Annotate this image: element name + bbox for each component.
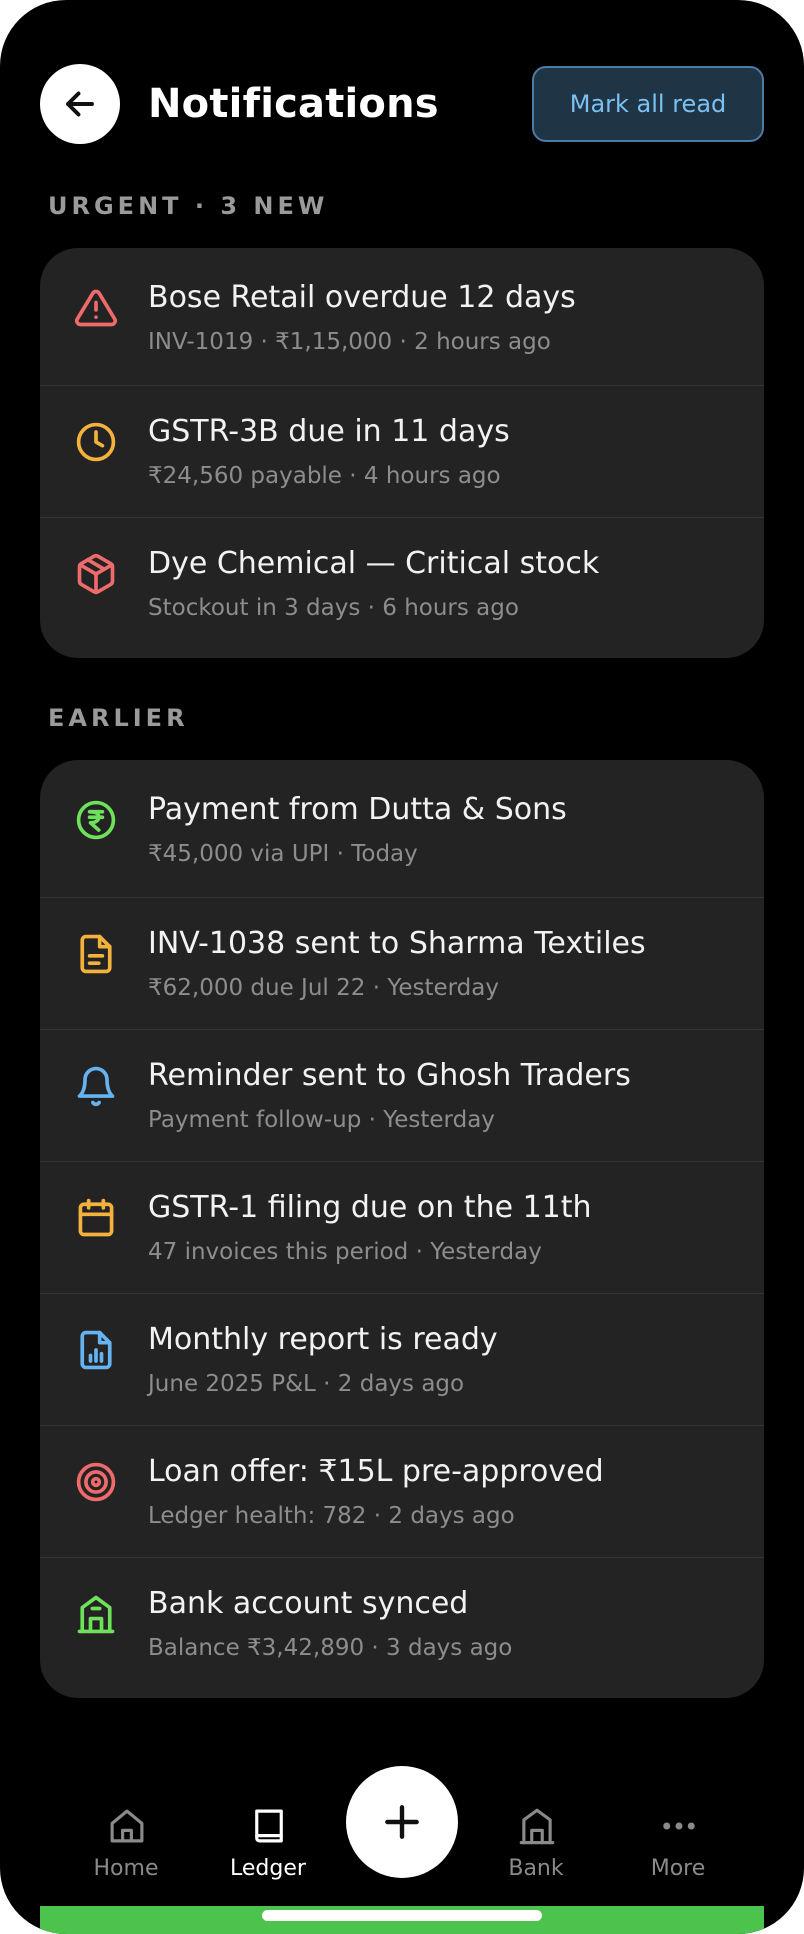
mark-all-read-button[interactable]: Mark all read (532, 66, 764, 142)
notification-row[interactable]: Bose Retail overdue 12 days INV-1019 · ₹… (40, 248, 764, 386)
notification-title: Bose Retail overdue 12 days (148, 280, 576, 315)
alert-triangle-icon (75, 289, 117, 327)
notification-row[interactable]: Bank account synced Balance ₹3,42,890 · … (40, 1558, 764, 1698)
notification-title: INV-1038 sent to Sharma Textiles (148, 926, 646, 961)
earlier-section-label: EARLIER (48, 704, 189, 732)
target-icon (76, 1462, 116, 1502)
page-title: Notifications (148, 81, 439, 127)
notification-title: Payment from Dutta & Sons (148, 792, 567, 827)
notification-row[interactable]: Reminder sent to Ghosh Traders Payment f… (40, 1030, 764, 1162)
notification-subtitle: Stockout in 3 days · 6 hours ago (148, 595, 519, 621)
tab-home-label: Home (93, 1856, 159, 1881)
plus-icon (385, 1805, 419, 1839)
notification-subtitle: Balance ₹3,42,890 · 3 days ago (148, 1635, 513, 1661)
notification-subtitle: INV-1019 · ₹1,15,000 · 2 hours ago (148, 329, 551, 355)
bank-icon (77, 1595, 115, 1634)
notification-row[interactable]: GSTR-3B due in 11 days ₹24,560 payable ·… (40, 386, 764, 518)
phone-screen: Notifications Mark all read URGENT · 3 N… (0, 0, 804, 1934)
document-icon (80, 934, 112, 974)
tab-more-label: More (650, 1856, 706, 1881)
notification-subtitle: Ledger health: 782 · 2 days ago (148, 1503, 515, 1529)
notification-row[interactable]: Monthly report is ready June 2025 P&L · … (40, 1294, 764, 1426)
book-icon (255, 1809, 283, 1843)
tab-home[interactable]: Home (66, 1804, 186, 1904)
tab-bank[interactable]: Bank (476, 1804, 596, 1904)
add-button[interactable] (346, 1766, 458, 1878)
header: Notifications Mark all read (0, 0, 804, 170)
notification-row[interactable]: GSTR-1 filing due on the 11th 47 invoice… (40, 1162, 764, 1294)
bottom-tab-bar: Home Ledger Bank More (0, 1740, 804, 1934)
notification-subtitle: June 2025 P&L · 2 days ago (148, 1371, 465, 1397)
bell-icon (77, 1066, 115, 1106)
notification-title: GSTR-3B due in 11 days (148, 414, 510, 449)
tab-ledger[interactable]: Ledger (208, 1804, 328, 1904)
notification-subtitle: 47 invoices this period · Yesterday (148, 1239, 542, 1265)
tab-bank-label: Bank (508, 1856, 564, 1881)
more-dots-icon (663, 1822, 695, 1830)
notification-row[interactable]: Payment from Dutta & Sons ₹45,000 via UP… (40, 760, 764, 898)
notification-title: Reminder sent to Ghosh Traders (148, 1058, 631, 1093)
tab-more[interactable]: More (618, 1804, 738, 1904)
notification-title: Bank account synced (148, 1586, 469, 1621)
urgent-card: Bose Retail overdue 12 days INV-1019 · ₹… (40, 248, 764, 658)
notification-title: Dye Chemical — Critical stock (148, 546, 600, 581)
notification-title: Monthly report is ready (148, 1322, 498, 1357)
arrow-left-icon (66, 91, 94, 117)
notification-title: Loan offer: ₹15L pre-approved (148, 1454, 604, 1489)
back-button[interactable] (40, 64, 120, 144)
home-icon (110, 1809, 144, 1843)
report-icon (80, 1330, 112, 1370)
notification-subtitle: Payment follow-up · Yesterday (148, 1107, 495, 1133)
clock-icon (76, 422, 116, 462)
notification-row[interactable]: INV-1038 sent to Sharma Textiles ₹62,000… (40, 898, 764, 1030)
calendar-icon (78, 1198, 114, 1237)
earlier-card: Payment from Dutta & Sons ₹45,000 via UP… (40, 760, 764, 1698)
tab-ledger-label: Ledger (230, 1856, 306, 1881)
notification-row[interactable]: Dye Chemical — Critical stock Stockout i… (40, 518, 764, 658)
home-indicator (262, 1910, 542, 1921)
rupee-icon (76, 800, 116, 840)
notification-subtitle: ₹62,000 due Jul 22 · Yesterday (148, 975, 499, 1001)
notification-subtitle: ₹45,000 via UPI · Today (148, 841, 418, 867)
urgent-section-label: URGENT · 3 NEW (48, 192, 329, 220)
package-icon (77, 553, 115, 595)
bank-icon (519, 1808, 555, 1845)
notification-row[interactable]: Loan offer: ₹15L pre-approved Ledger hea… (40, 1426, 764, 1558)
notification-subtitle: ₹24,560 payable · 4 hours ago (148, 463, 501, 489)
notification-title: GSTR-1 filing due on the 11th (148, 1190, 592, 1225)
